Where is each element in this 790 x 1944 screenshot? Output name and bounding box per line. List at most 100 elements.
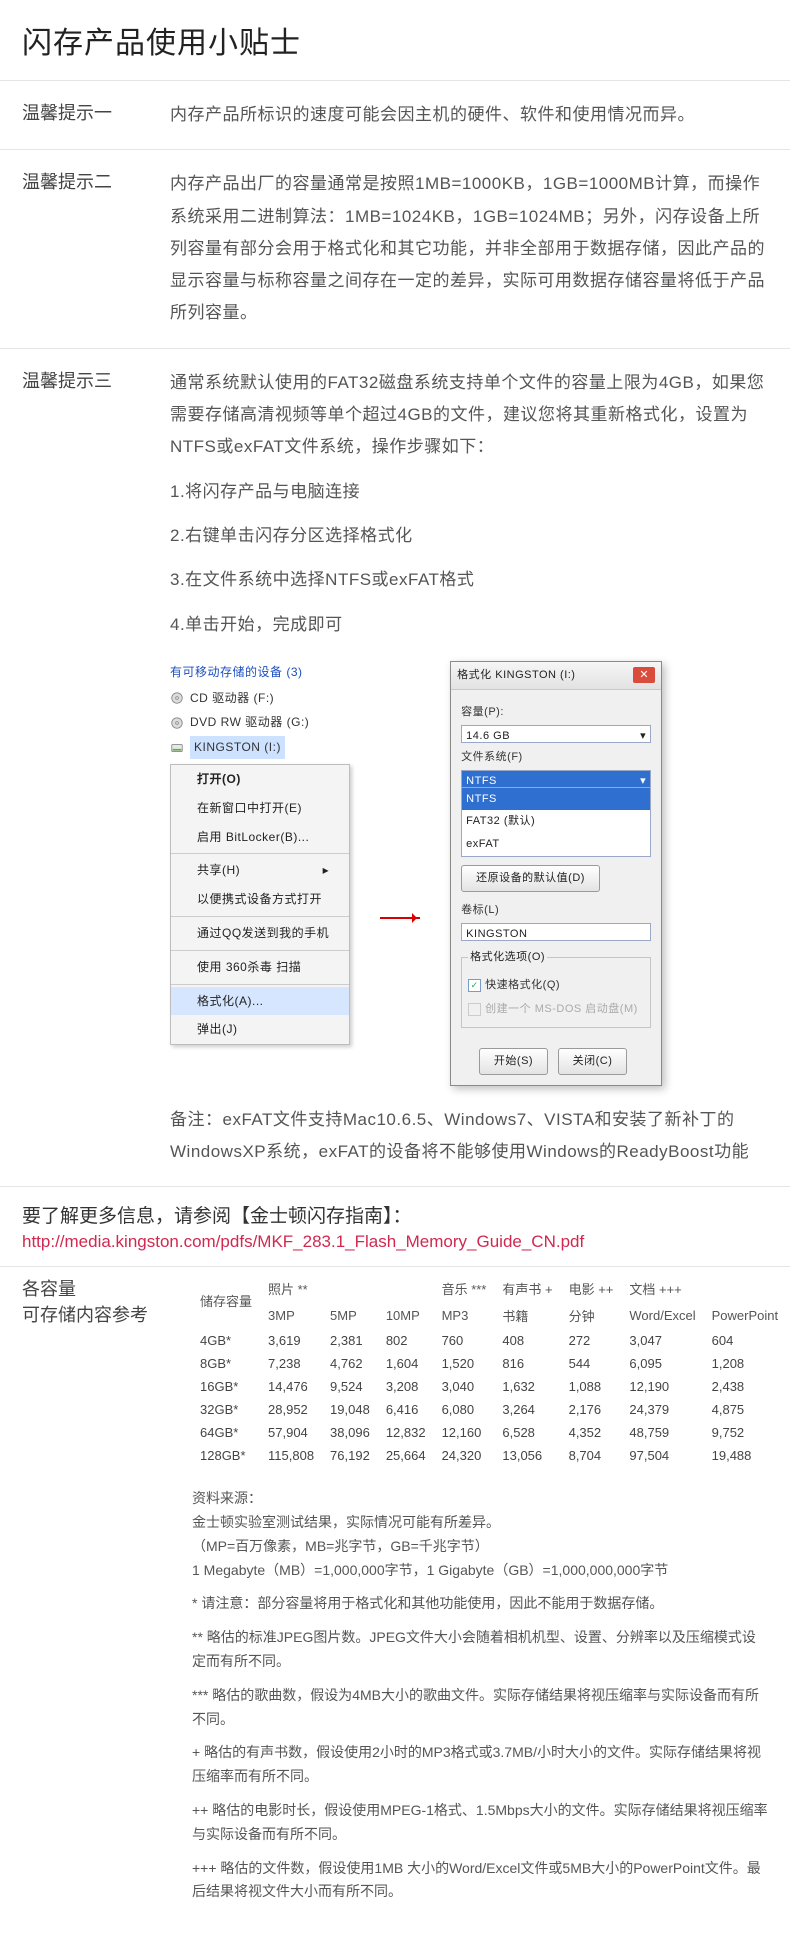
fs-selected: NTFS▾ [461, 770, 651, 788]
cell-value: 8,704 [561, 1444, 622, 1467]
msdos-check: 创建一个 MS-DOS 启动盘(M) [468, 999, 644, 1020]
cell-value: 3,040 [434, 1375, 495, 1398]
cell-value: 1,632 [494, 1375, 560, 1398]
table-subheader: PowerPoint [704, 1302, 786, 1329]
cell-value: 4,352 [561, 1421, 622, 1444]
table-subheader: MP3 [434, 1302, 495, 1329]
table-row: 32GB*28,95219,0486,4166,0803,2642,17624,… [192, 1398, 786, 1421]
cell-value: 1,208 [704, 1352, 786, 1375]
cell-capacity: 8GB* [192, 1352, 260, 1375]
table-row: 8GB*7,2384,7621,6041,5208165446,0951,208 [192, 1352, 786, 1375]
cell-value: 76,192 [322, 1444, 378, 1467]
cell-value: 3,208 [378, 1375, 434, 1398]
devices-heading: 有可移动存储的设备 (3) [170, 661, 350, 684]
cell-value: 12,190 [621, 1375, 703, 1398]
tip1-label: 温馨提示一 [22, 99, 142, 131]
table-row: 4GB*3,6192,3818027604082723,047604 [192, 1329, 786, 1352]
cell-capacity: 128GB* [192, 1444, 260, 1467]
ctx-eject: 弹出(J) [171, 1015, 349, 1044]
cell-value: 9,524 [322, 1375, 378, 1398]
cell-value: 802 [378, 1329, 434, 1352]
cell-value: 115,808 [260, 1444, 322, 1467]
cell-capacity: 16GB* [192, 1375, 260, 1398]
group-audiobook: 有声书 + [494, 1275, 560, 1302]
footnotes: 资料来源： 金士顿实验室测试结果，实际情况可能有所差异。 （MP=百万像素，MB… [0, 1467, 790, 1944]
capacity-table: 储存容量 照片 ** 音乐 *** 有声书 + 电影 ++ 文档 +++ 3MP… [192, 1275, 786, 1467]
tip3-intro: 通常系统默认使用的FAT32磁盘系统支持单个文件的容量上限为4GB，如果您需要存… [170, 367, 768, 464]
cell-value: 4,875 [704, 1398, 786, 1421]
cell-value: 6,416 [378, 1398, 434, 1421]
cell-value: 12,160 [434, 1421, 495, 1444]
device-cd: CD 驱动器 (F:) [170, 686, 350, 711]
capacity-label: 容量(P): [461, 702, 651, 723]
group-music: 音乐 *** [434, 1275, 495, 1302]
group-photo: 照片 ** [260, 1275, 434, 1302]
cell-value: 97,504 [621, 1444, 703, 1467]
cell-capacity: 32GB* [192, 1398, 260, 1421]
cell-value: 25,664 [378, 1444, 434, 1467]
cell-value: 1,604 [378, 1352, 434, 1375]
fs-opt-exfat: exFAT [462, 833, 650, 856]
ctx-open: 打开(O) [171, 765, 349, 794]
cell-capacity: 4GB* [192, 1329, 260, 1352]
cell-value: 2,438 [704, 1375, 786, 1398]
tip1-text: 内存产品所标识的速度可能会因主机的硬件、软件和使用情况而异。 [170, 99, 768, 131]
cell-value: 48,759 [621, 1421, 703, 1444]
cell-value: 3,047 [621, 1329, 703, 1352]
cell-value: 1,520 [434, 1352, 495, 1375]
arrow-icon [380, 917, 420, 919]
cell-value: 3,264 [494, 1398, 560, 1421]
ctx-portable: 以便携式设备方式打开 [171, 885, 349, 914]
fs-opt-ntfs: NTFS [462, 788, 650, 811]
cell-value: 12,832 [378, 1421, 434, 1444]
cell-value: 3,619 [260, 1329, 322, 1352]
ctx-360: 使用 360杀毒 扫描 [171, 953, 349, 982]
restore-defaults-button: 还原设备的默认值(D) [461, 865, 600, 892]
disc-icon [170, 716, 184, 730]
cell-value: 408 [494, 1329, 560, 1352]
cell-value: 57,904 [260, 1421, 322, 1444]
device-dvd: DVD RW 驱动器 (G:) [170, 710, 350, 735]
ctx-format: 格式化(A)... [171, 987, 349, 1016]
cell-value: 7,238 [260, 1352, 322, 1375]
cell-value: 24,320 [434, 1444, 495, 1467]
ctx-bitlocker: 启用 BitLocker(B)... [171, 823, 349, 852]
tip3-label: 温馨提示三 [22, 367, 142, 1168]
ctx-open-new: 在新窗口中打开(E) [171, 794, 349, 823]
opts-legend: 格式化选项(O) [468, 947, 547, 968]
cell-capacity: 64GB* [192, 1421, 260, 1444]
tip2-text: 内存产品出厂的容量通常是按照1MB=1000KB，1GB=1000MB计算，而操… [170, 168, 768, 329]
cell-value: 19,488 [704, 1444, 786, 1467]
cell-value: 9,752 [704, 1421, 786, 1444]
table-row: 128GB*115,80876,19225,66424,32013,0568,7… [192, 1444, 786, 1467]
close-button: 关闭(C) [558, 1048, 628, 1075]
table-subheader: 3MP [260, 1302, 322, 1329]
cell-value: 2,381 [322, 1329, 378, 1352]
format-screenshot-mock: 有可移动存储的设备 (3) CD 驱动器 (F:) DVD RW 驱动器 (G:… [170, 661, 768, 1086]
cell-value: 272 [561, 1329, 622, 1352]
tip3-step2: 2.右键单击闪存分区选择格式化 [170, 520, 768, 552]
dialog-title: 格式化 KINGSTON (I:) [457, 665, 575, 686]
guide-link[interactable]: http://media.kingston.com/pdfs/MKF_283.1… [0, 1232, 790, 1266]
cell-value: 38,096 [322, 1421, 378, 1444]
cell-value: 604 [704, 1329, 786, 1352]
table-row: 64GB*57,90438,09612,83212,1606,5284,3524… [192, 1421, 786, 1444]
more-info-text: 要了解更多信息，请参阅【金士顿闪存指南】： [0, 1187, 790, 1232]
cell-value: 14,476 [260, 1375, 322, 1398]
cell-value: 28,952 [260, 1398, 322, 1421]
fs-options: NTFS FAT32 (默认) exFAT [461, 787, 651, 858]
start-button: 开始(S) [479, 1048, 548, 1075]
cell-value: 24,379 [621, 1398, 703, 1421]
table-row: 16GB*14,4769,5243,2083,0401,6321,08812,1… [192, 1375, 786, 1398]
table-subheader: Word/Excel [621, 1302, 703, 1329]
cell-value: 544 [561, 1352, 622, 1375]
tip3-remark: 备注：exFAT文件支持Mac10.6.5、Windows7、VISTA和安装了… [170, 1104, 768, 1169]
disc-icon [170, 691, 184, 705]
table-subheader: 5MP [322, 1302, 378, 1329]
tip2-label: 温馨提示二 [22, 168, 142, 329]
drive-icon [170, 741, 184, 755]
cell-value: 6,095 [621, 1352, 703, 1375]
ctx-qq: 通过QQ发送到我的手机 [171, 919, 349, 948]
cell-value: 4,762 [322, 1352, 378, 1375]
table-subheader: 10MP [378, 1302, 434, 1329]
